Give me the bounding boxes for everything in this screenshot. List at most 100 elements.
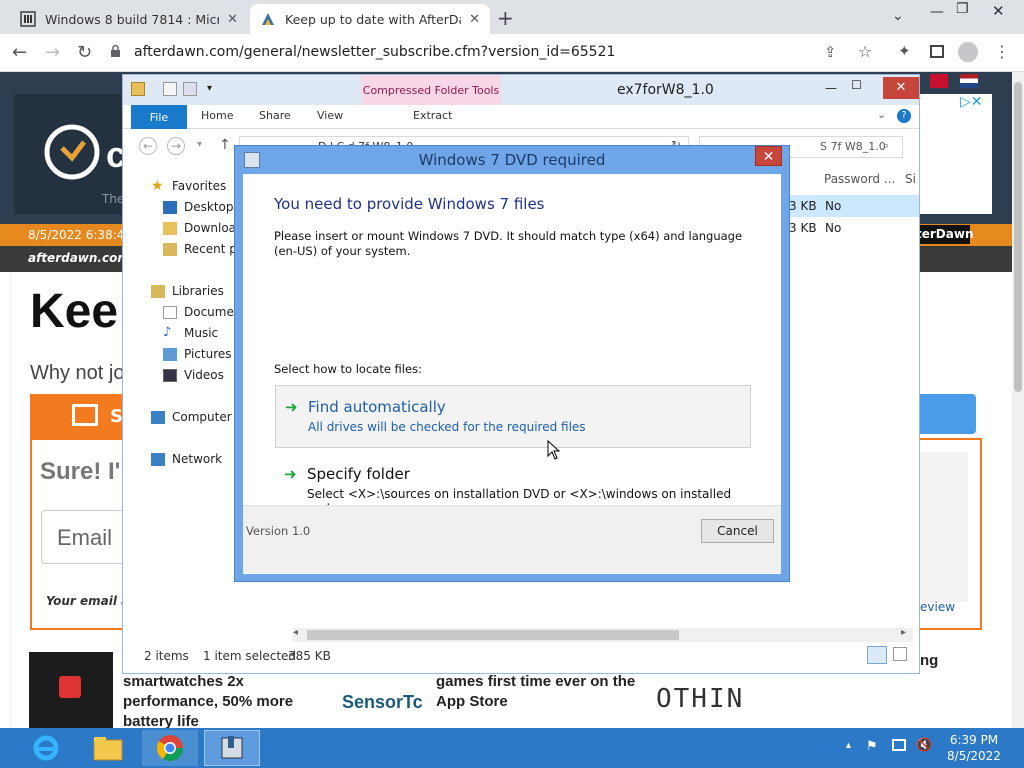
forward-icon[interactable]: → xyxy=(45,42,60,63)
tab-label: Windows 8 build 7814 : Microsof xyxy=(45,11,220,27)
address-bar[interactable]: afterdawn.com/general/newsletter_subscri… xyxy=(110,37,910,67)
new-tab-icon[interactable]: + xyxy=(497,6,514,30)
chrome-taskbar-icon[interactable] xyxy=(142,730,198,766)
nav-network[interactable]: Network xyxy=(151,452,222,466)
help-icon[interactable]: ? xyxy=(897,109,911,123)
tab-afterdawn[interactable]: Keep up to date with AfterDawn! ✕ xyxy=(250,4,490,34)
new-folder-icon[interactable] xyxy=(183,82,197,96)
nav-computer[interactable]: Computer xyxy=(151,410,232,424)
tray-expand-icon[interactable]: ▴ xyxy=(846,740,851,751)
preview-link[interactable]: eview xyxy=(920,600,955,614)
ie-icon[interactable] xyxy=(18,730,74,766)
ad-choices-icon[interactable]: ▷✕ xyxy=(960,94,983,110)
scrollbar-thumb[interactable] xyxy=(307,630,679,640)
details-view-icon[interactable] xyxy=(867,646,887,664)
menu-kebab-icon[interactable]: ⋮ xyxy=(994,42,1010,61)
extractor-taskbar-icon[interactable] xyxy=(204,730,260,766)
scroll-right-icon[interactable]: ▸ xyxy=(901,627,906,638)
dialog-title: Windows 7 DVD required xyxy=(418,151,606,169)
system-clock[interactable]: 6:39 PM 8/5/2022 xyxy=(940,732,1008,764)
nav-videos[interactable]: Videos xyxy=(163,368,224,382)
nav-label: Music xyxy=(184,326,219,340)
option-title: Specify folder xyxy=(307,465,410,483)
nav-favorites[interactable]: ★ Favorites xyxy=(151,177,226,194)
bookmark-star-icon[interactable]: ☆ xyxy=(858,42,872,61)
recent-locations-icon[interactable]: ▾ xyxy=(197,139,202,150)
minimize-icon[interactable]: — xyxy=(930,4,944,20)
flag-netherlands-icon[interactable] xyxy=(960,74,978,88)
news-logo-4[interactable]: OTHIN xyxy=(656,684,744,714)
up-icon[interactable]: ↑ xyxy=(219,137,231,153)
site-logo[interactable]: afterdawn.com xyxy=(28,251,130,265)
close-tab-icon[interactable]: ✕ xyxy=(469,12,480,27)
flag-spain-icon[interactable] xyxy=(930,74,948,88)
nav-documents[interactable]: Documen xyxy=(163,305,241,319)
side-ad[interactable]: ▷✕ xyxy=(920,94,992,214)
tab-view[interactable]: View xyxy=(317,109,343,122)
star-icon: ★ xyxy=(151,177,164,194)
file-row[interactable]: 3 KB No xyxy=(783,217,919,239)
nav-desktop[interactable]: Desktop xyxy=(163,200,234,214)
reload-icon[interactable]: ↻ xyxy=(77,42,92,63)
tab-home[interactable]: Home xyxy=(201,109,233,122)
close-window-icon[interactable]: ✕ xyxy=(992,2,1005,20)
tab-windows8[interactable]: Windows 8 build 7814 : Microsof ✕ xyxy=(10,4,248,34)
extensions-icon[interactable]: ✦ xyxy=(898,42,911,60)
news-thumb[interactable] xyxy=(29,652,113,728)
forward-icon[interactable]: → xyxy=(167,137,185,155)
profile-avatar-icon[interactable] xyxy=(958,42,978,62)
column-password[interactable]: Password ... xyxy=(824,172,895,186)
email-input[interactable]: Email xyxy=(41,510,126,564)
volume-muted-icon[interactable]: 🔇 xyxy=(916,738,932,753)
action-center-flag-icon[interactable]: ⚑ xyxy=(866,739,878,754)
tab-share[interactable]: Share xyxy=(259,109,291,122)
minimize-icon[interactable]: — xyxy=(825,81,837,95)
column-size[interactable]: Si xyxy=(905,172,916,186)
news-headline-1[interactable]: smartwatches 2x performance, 50% more ba… xyxy=(123,672,323,728)
nav-pictures[interactable]: Pictures xyxy=(163,347,232,361)
explorer-titlebar[interactable]: ▾ Compressed Folder Tools ex7forW8_1.0 —… xyxy=(123,75,919,111)
recent-places-icon xyxy=(163,242,177,256)
quick-access-dropdown-icon[interactable]: ▾ xyxy=(207,83,212,94)
news-headline-5[interactable]: ng xyxy=(920,652,938,669)
back-icon[interactable]: ← xyxy=(12,42,27,63)
nav-downloads[interactable]: Download xyxy=(163,221,244,235)
nav-libraries[interactable]: Libraries xyxy=(151,284,224,298)
tab-extract[interactable]: Extract xyxy=(413,109,452,122)
nav-label: Computer xyxy=(172,410,232,424)
dialog-close-icon[interactable]: ✕ xyxy=(755,146,782,166)
scroll-left-icon[interactable]: ◂ xyxy=(293,627,298,638)
videos-icon xyxy=(163,368,177,382)
large-icons-view-icon[interactable] xyxy=(893,647,907,661)
close-icon[interactable]: ✕ xyxy=(883,77,919,99)
tab-search-icon[interactable]: ⌄ xyxy=(892,8,904,24)
file-explorer-taskbar-icon[interactable] xyxy=(80,730,136,766)
news-headline-3[interactable]: games first time ever on the App Store xyxy=(436,672,656,712)
file-row-selected[interactable]: 3 KB No xyxy=(783,195,919,217)
restore-icon[interactable]: ❐ xyxy=(956,1,969,17)
ad-banner[interactable]: cl The xyxy=(14,94,136,214)
cancel-button[interactable]: Cancel xyxy=(701,519,774,543)
share-icon[interactable]: ⇪ xyxy=(824,43,837,61)
back-icon[interactable]: ← xyxy=(139,137,157,155)
dialog-body: You need to provide Windows 7 files Plea… xyxy=(243,174,781,574)
subscribe-button-edge[interactable] xyxy=(920,394,976,434)
nav-label: Videos xyxy=(184,368,224,382)
page-scrollbar[interactable] xyxy=(1012,72,1024,728)
side-panel-icon[interactable] xyxy=(930,45,944,58)
scrollbar-thumb[interactable] xyxy=(1014,82,1022,392)
ad-clock-icon xyxy=(44,124,100,180)
maximize-icon[interactable]: ☐ xyxy=(851,78,862,92)
version-label: Version 1.0 xyxy=(246,524,311,538)
properties-icon[interactable] xyxy=(163,82,177,96)
nav-music[interactable]: ♪ Music xyxy=(163,326,219,341)
news-brand-2[interactable]: SensorTc xyxy=(342,692,423,713)
close-tab-icon[interactable]: ✕ xyxy=(227,12,238,27)
network-tray-icon[interactable] xyxy=(892,739,906,751)
tab-file[interactable]: File xyxy=(131,105,187,129)
ribbon-expand-icon[interactable]: ⌄ xyxy=(877,108,886,121)
find-automatically-option[interactable]: ➜ Find automatically All drives will be … xyxy=(275,385,751,448)
chip-image xyxy=(59,676,81,698)
navigation-pane: ★ Favorites Desktop Download Recent pla L… xyxy=(123,163,248,633)
ad-subtext: The xyxy=(102,192,125,206)
